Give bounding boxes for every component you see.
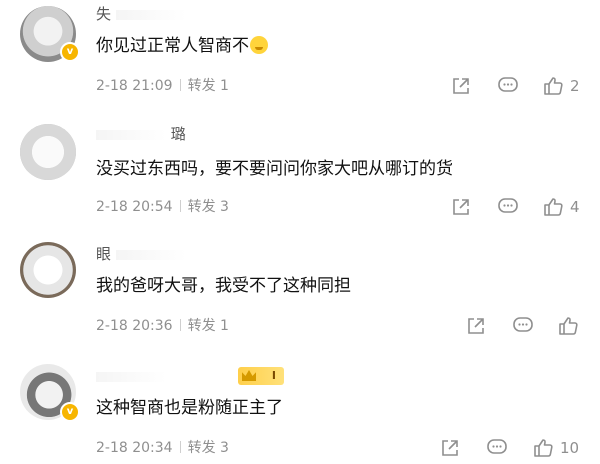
thumbs-up-icon — [544, 198, 563, 216]
thumbs-up-icon — [559, 317, 578, 335]
comment-meta: 2-18 20:54 转发 3 — [96, 197, 229, 217]
comment-text: 我的爸呀大哥，我受不了这种同担 — [96, 276, 351, 296]
repost-count[interactable]: 转发 3 — [188, 199, 229, 215]
comment-item: v 失 你见过正常人智商不 2-18 21:09 转发 1 2 — [0, 0, 600, 115]
like-count: 2 — [570, 77, 580, 95]
comment-button[interactable] — [512, 315, 534, 337]
username-text[interactable]: 失 — [96, 5, 111, 23]
divider — [179, 319, 181, 331]
like-count: 4 — [570, 198, 580, 216]
comment-icon — [487, 439, 507, 454]
timestamp: 2-18 20:36 — [96, 318, 173, 334]
comment-button[interactable] — [486, 437, 508, 459]
share-icon — [468, 318, 484, 334]
fan-level-text: I — [271, 369, 276, 382]
share-icon — [453, 78, 469, 94]
username-obscured — [115, 249, 186, 260]
avatar[interactable] — [20, 124, 76, 180]
username-obscured — [115, 9, 186, 20]
comment-text: 你见过正常人智商不 — [96, 34, 268, 58]
share-button[interactable] — [451, 196, 471, 218]
username[interactable]: 眼 — [96, 244, 186, 264]
like-button[interactable]: 4 — [542, 196, 580, 218]
divider — [179, 200, 181, 212]
divider — [179, 79, 181, 91]
fan-level-badge[interactable]: I — [238, 367, 284, 385]
avatar[interactable] — [20, 242, 76, 298]
comment-item: 璐 没买过东西吗，要不要问问你家大吧从哪订的货 2-18 20:54 转发 3 4 — [0, 120, 600, 230]
username-obscured — [96, 129, 166, 140]
comment-icon — [498, 77, 518, 92]
timestamp: 2-18 20:54 — [96, 199, 173, 215]
comment-item: v I 这种智商也是粉随正主了 2-18 20:34 转发 3 10 — [0, 356, 600, 464]
username[interactable] — [96, 366, 166, 386]
share-button[interactable] — [466, 315, 486, 337]
repost-count[interactable]: 转发 1 — [188, 318, 229, 334]
timestamp: 2-18 21:09 — [96, 78, 173, 94]
crying-emoji-icon — [250, 36, 268, 54]
timestamp: 2-18 20:34 — [96, 440, 173, 456]
repost-count[interactable]: 转发 3 — [188, 440, 229, 456]
comment-text-content: 你见过正常人智商不 — [96, 36, 249, 56]
like-count: 10 — [560, 439, 580, 457]
username[interactable]: 失 — [96, 4, 186, 24]
comment-meta: 2-18 21:09 转发 1 — [96, 76, 229, 96]
like-button[interactable]: 2 — [542, 75, 580, 97]
divider — [179, 441, 181, 453]
share-button[interactable] — [440, 437, 460, 459]
thumbs-up-icon — [544, 77, 563, 95]
comment-button[interactable] — [497, 75, 519, 97]
comment-item: 眼 我的爸呀大哥，我受不了这种同担 2-18 20:36 转发 1 — [0, 236, 600, 346]
like-button[interactable] — [557, 315, 585, 337]
repost-count[interactable]: 转发 1 — [188, 78, 229, 94]
comment-meta: 2-18 20:36 转发 1 — [96, 316, 229, 336]
like-button[interactable]: 10 — [532, 437, 579, 459]
comment-text: 这种智商也是粉随正主了 — [96, 398, 283, 418]
thumbs-up-icon — [534, 439, 553, 457]
username-text[interactable]: 眼 — [96, 245, 111, 263]
share-icon — [453, 199, 469, 215]
share-icon — [442, 440, 458, 456]
verified-badge-icon: v — [60, 402, 80, 422]
comment-meta: 2-18 20:34 转发 3 — [96, 438, 229, 458]
username-text[interactable]: 璐 — [171, 125, 186, 143]
comment-icon — [498, 198, 518, 213]
verified-badge-icon: v — [60, 42, 80, 62]
username-obscured — [96, 371, 166, 382]
comment-text: 没买过东西吗，要不要问问你家大吧从哪订的货 — [96, 159, 453, 179]
comment-icon — [513, 317, 533, 332]
username[interactable]: 璐 — [96, 124, 186, 144]
share-button[interactable] — [451, 75, 471, 97]
comment-button[interactable] — [497, 196, 519, 218]
